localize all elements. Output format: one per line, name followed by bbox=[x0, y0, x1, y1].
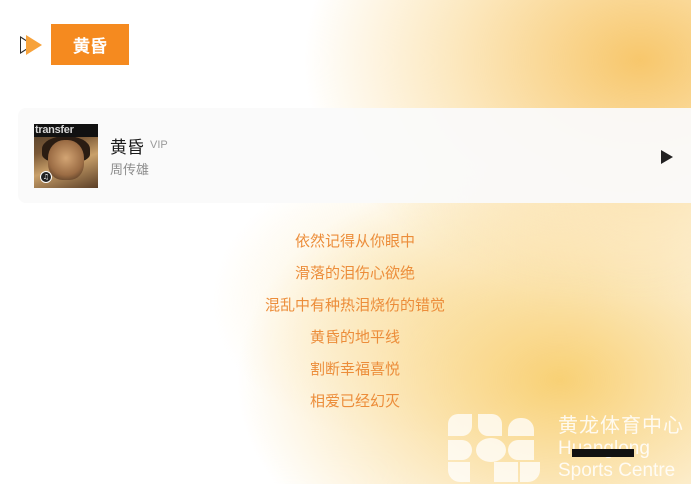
song-title: 黄昏 bbox=[110, 138, 144, 158]
tag-arrow-icon bbox=[20, 34, 44, 56]
lyric-line: 黄昏的地平线 bbox=[309, 328, 400, 346]
album-cover: transfer ♫ bbox=[34, 124, 98, 188]
redaction-bar bbox=[572, 449, 634, 457]
lyric-line: 依然记得从你眼中 bbox=[294, 232, 415, 250]
lyric-line: 混乱中有种热泪烧伤的错觉 bbox=[264, 296, 445, 314]
lyric-line: 割断幸福喜悦 bbox=[309, 360, 400, 378]
song-artist: 周传雄 bbox=[110, 163, 150, 178]
song-card[interactable]: transfer ♫ 黄昏 VIP 周传雄 bbox=[18, 108, 691, 203]
lyrics-panel: 依然记得从你眼中 滑落的泪伤心欲绝 混乱中有种热泪烧伤的错觉 黄昏的地平线 割断… bbox=[0, 230, 691, 422]
watermark-cn: 黄龙体育中心 bbox=[558, 413, 684, 437]
play-icon[interactable] bbox=[661, 150, 675, 164]
vip-badge: VIP bbox=[150, 139, 168, 151]
watermark-text: 黄龙体育中心 Huanglong Sports Centre bbox=[558, 412, 684, 482]
lyric-line: 滑落的泪伤心欲绝 bbox=[294, 264, 415, 282]
album-cover-text: transfer bbox=[34, 124, 98, 137]
tag-label: 黄昏 bbox=[51, 24, 129, 65]
watermark: 黄龙体育中心 Huanglong Sports Centre bbox=[446, 412, 691, 484]
playlist-tag: 黄昏 bbox=[20, 24, 129, 65]
album-badge-icon: ♫ bbox=[40, 171, 52, 183]
watermark-en-2: Sports Centre bbox=[558, 460, 676, 481]
watermark-logo-icon bbox=[448, 414, 540, 482]
